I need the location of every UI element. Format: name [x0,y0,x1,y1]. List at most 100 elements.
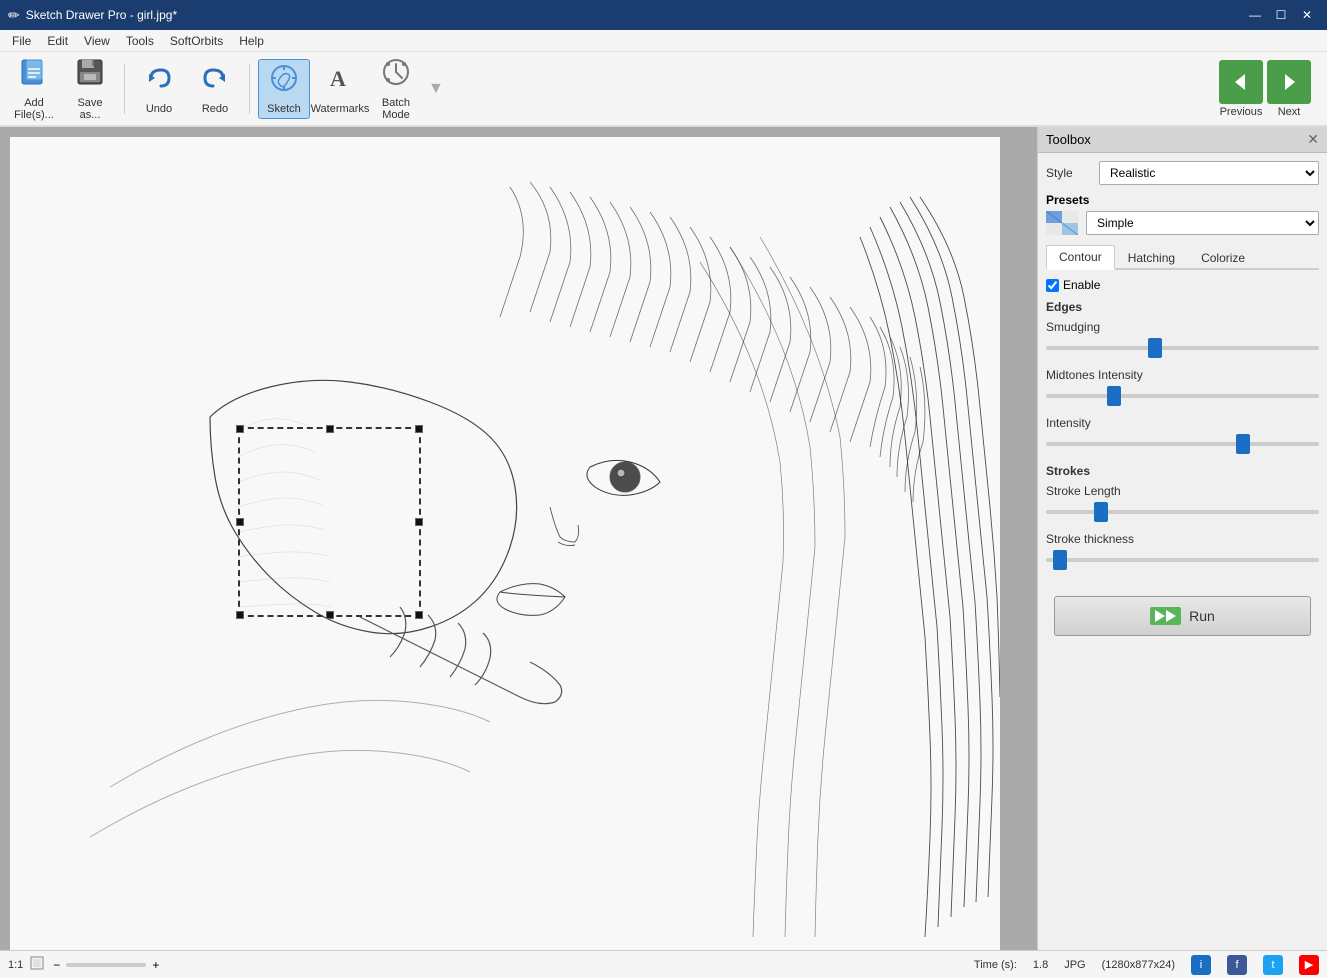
close-button[interactable]: ✕ [1295,5,1319,25]
zoom-value: 1:1 [8,959,23,971]
twitter-icon[interactable]: t [1263,955,1283,975]
zoom-fit-button[interactable] [27,955,47,974]
toolbox-panel: Toolbox ✕ Style SimpleRealisticColoredHD… [1037,127,1327,950]
presets-section: Presets SimpleDetailedDarkLight [1046,193,1319,235]
enable-checkbox[interactable] [1046,279,1059,292]
minimize-button[interactable]: — [1243,5,1267,25]
midtones-slider-container [1046,386,1319,406]
intensity-group: Intensity [1046,416,1319,454]
title-bar: ✏ Sketch Drawer Pro - girl.jpg* — ☐ ✕ [0,0,1327,30]
sketch-svg [10,137,1000,950]
stroke-thickness-thumb[interactable] [1053,550,1067,570]
stroke-length-label: Stroke Length [1046,484,1319,498]
save-as-label: Saveas... [77,97,102,121]
midtones-label: Midtones Intensity [1046,368,1319,382]
zoom-slider[interactable] [66,963,146,967]
redo-icon [199,62,231,101]
run-button[interactable]: Run [1054,596,1311,636]
midtones-slider[interactable] [1046,394,1319,398]
menu-file[interactable]: File [4,32,39,50]
stroke-thickness-slider[interactable] [1046,558,1319,562]
edges-section: Edges Smudging Midtones Intensity [1046,300,1319,454]
smudging-group: Smudging [1046,320,1319,358]
intensity-label: Intensity [1046,416,1319,430]
edges-title: Edges [1046,300,1319,314]
stroke-length-slider-container [1046,502,1319,522]
stroke-thickness-group: Stroke thickness [1046,532,1319,570]
watermarks-button[interactable]: A Watermarks [314,59,366,119]
app-icon: ✏ [8,7,20,24]
run-label: Run [1189,608,1215,624]
smudging-thumb[interactable] [1148,338,1162,358]
stroke-length-thumb[interactable] [1094,502,1108,522]
more-arrow[interactable]: ▼ [428,80,444,98]
toolbox-close-button[interactable]: ✕ [1307,131,1319,148]
save-as-button[interactable]: Saveas... [64,59,116,119]
strokes-section: Strokes Stroke Length Stroke thickness [1046,464,1319,570]
style-select[interactable]: SimpleRealisticColoredHDR [1099,161,1319,185]
title-bar-left: ✏ Sketch Drawer Pro - girl.jpg* [8,7,177,24]
watermarks-label: Watermarks [311,103,370,115]
nav-buttons [1219,60,1311,104]
time-value: 1.8 [1033,959,1048,971]
run-arrow-2 [1166,610,1176,622]
batch-mode-label: BatchMode [382,97,410,121]
info-icon[interactable]: i [1191,955,1211,975]
menu-help[interactable]: Help [231,32,272,50]
sketch-button[interactable]: Sketch [258,59,310,119]
previous-button[interactable] [1219,60,1263,104]
batch-mode-button[interactable]: BatchMode [370,59,422,119]
strokes-title: Strokes [1046,464,1319,478]
menu-tools[interactable]: Tools [118,32,162,50]
zoom-control: 1:1 − + [8,955,161,974]
title-bar-controls: — ☐ ✕ [1243,5,1319,25]
menu-bar: File Edit View Tools SoftOrbits Help [0,30,1327,52]
tab-colorize[interactable]: Colorize [1188,245,1258,270]
next-button[interactable] [1267,60,1311,104]
tab-hatching[interactable]: Hatching [1115,245,1188,270]
redo-label: Redo [202,103,228,115]
intensity-slider[interactable] [1046,442,1319,446]
menu-edit[interactable]: Edit [39,32,76,50]
stroke-thickness-label: Stroke thickness [1046,532,1319,546]
toolbar-sep-2 [249,64,250,114]
maximize-button[interactable]: ☐ [1269,5,1293,25]
status-bar: 1:1 − + Time (s): 1.8 JPG (1280x877x24) … [0,950,1327,978]
add-files-button[interactable]: AddFile(s)... [8,59,60,119]
midtones-group: Midtones Intensity [1046,368,1319,406]
zoom-minus-button[interactable]: − [51,958,62,972]
main-area: Toolbox ✕ Style SimpleRealisticColoredHD… [0,127,1327,950]
tab-contour[interactable]: Contour [1046,245,1115,270]
style-row: Style SimpleRealisticColoredHDR [1046,161,1319,185]
smudging-slider[interactable] [1046,346,1319,350]
next-label: Next [1267,106,1311,118]
undo-button[interactable]: Undo [133,59,185,119]
intensity-thumb[interactable] [1236,434,1250,454]
menu-softorbits[interactable]: SoftOrbits [162,32,231,50]
app-title: Sketch Drawer Pro - girl.jpg* [26,8,177,22]
zoom-plus-button[interactable]: + [150,958,161,972]
redo-button[interactable]: Redo [189,59,241,119]
presets-row: SimpleDetailedDarkLight [1046,211,1319,235]
add-files-icon [18,56,50,95]
smudging-label: Smudging [1046,320,1319,334]
menu-view[interactable]: View [76,32,118,50]
toolbox-title: Toolbox [1046,132,1091,147]
midtones-thumb[interactable] [1107,386,1121,406]
youtube-icon[interactable]: ▶ [1299,955,1319,975]
canvas-inner [0,127,1037,950]
style-label: Style [1046,166,1091,180]
facebook-icon[interactable]: f [1227,955,1247,975]
enable-row: Enable [1046,278,1319,292]
toolbar: AddFile(s)... Saveas... Undo [0,52,1327,127]
time-label: Time (s): [974,959,1017,971]
presets-select[interactable]: SimpleDetailedDarkLight [1086,211,1319,235]
stroke-length-slider[interactable] [1046,510,1319,514]
canvas-area[interactable] [0,127,1037,950]
undo-icon [143,62,175,101]
status-right: Time (s): 1.8 JPG (1280x877x24) i f t ▶ [974,955,1319,975]
sketch-image [10,137,1000,950]
smudging-slider-container [1046,338,1319,358]
presets-icon [1046,211,1078,235]
add-files-label: AddFile(s)... [14,97,54,121]
